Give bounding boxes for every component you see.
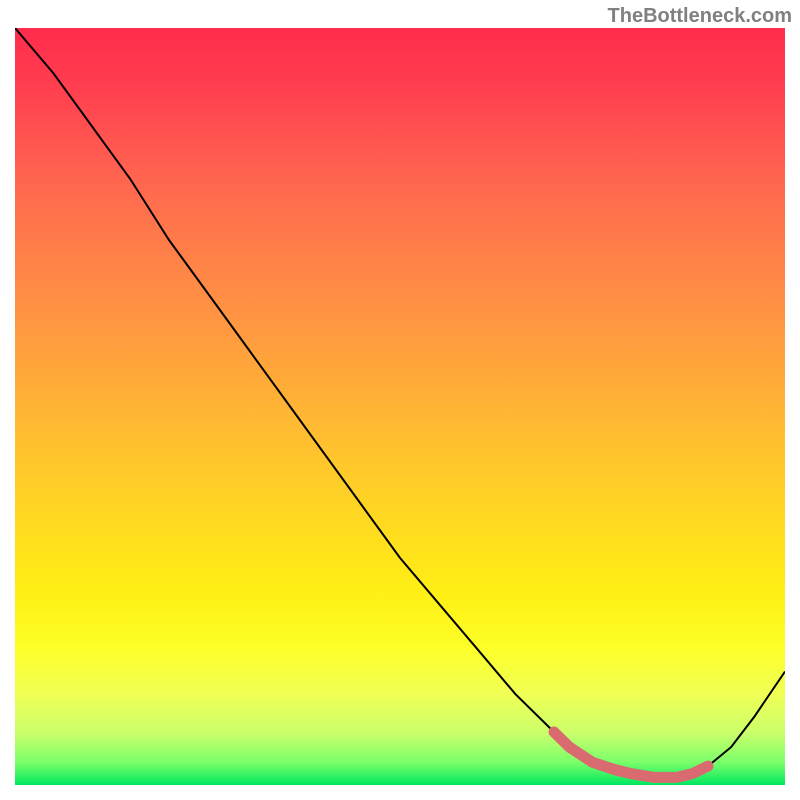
bottleneck-highlight-segment xyxy=(554,732,708,777)
watermark-text: TheBottleneck.com xyxy=(608,5,792,28)
chart-container xyxy=(15,28,785,785)
bottleneck-curve-line xyxy=(15,28,785,777)
chart-svg xyxy=(15,28,785,785)
